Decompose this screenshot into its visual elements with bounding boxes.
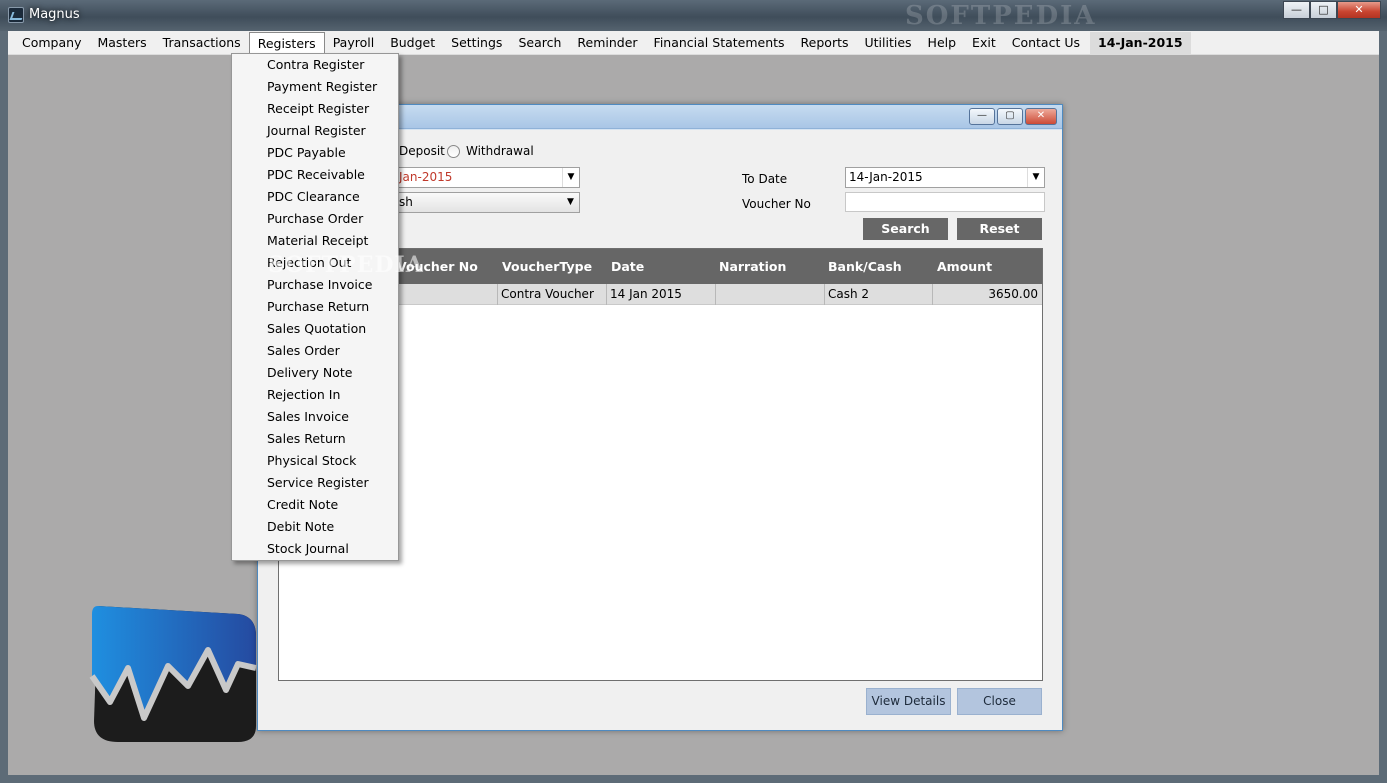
- to-date-dropdown-arrow-icon[interactable]: ▼: [1027, 168, 1044, 187]
- bank-cash-value: sh: [399, 195, 413, 209]
- withdrawal-radio-label[interactable]: Withdrawal: [466, 144, 534, 158]
- to-date-value: 14-Jan-2015: [849, 170, 923, 184]
- menu-financial-statements[interactable]: Financial Statements: [646, 32, 793, 54]
- child-maximize-button[interactable]: ▢: [997, 108, 1023, 125]
- menu-item-delivery-note[interactable]: Delivery Note: [232, 362, 398, 384]
- menu-item-stock-journal[interactable]: Stock Journal: [232, 538, 398, 560]
- menu-settings[interactable]: Settings: [443, 32, 510, 54]
- menu-payroll[interactable]: Payroll: [325, 32, 383, 54]
- menu-item-journal-register[interactable]: Journal Register: [232, 120, 398, 142]
- cell-voucher-type: Contra Voucher: [497, 284, 606, 305]
- cell-amount: 3650.00: [932, 284, 1042, 305]
- menu-item-contra-register[interactable]: Contra Register: [232, 54, 398, 76]
- menu-item-purchase-return[interactable]: Purchase Return: [232, 296, 398, 318]
- bank-cash-select[interactable]: sh ▼: [395, 192, 580, 213]
- menu-item-rejection-out[interactable]: Rejection Out: [232, 252, 398, 274]
- child-minimize-button[interactable]: —: [969, 108, 995, 125]
- close-button[interactable]: ✕: [1337, 1, 1381, 19]
- menu-item-material-receipt[interactable]: Material Receipt: [232, 230, 398, 252]
- menu-item-debit-note[interactable]: Debit Note: [232, 516, 398, 538]
- current-date: 14-Jan-2015: [1090, 31, 1191, 54]
- menu-item-payment-register[interactable]: Payment Register: [232, 76, 398, 98]
- view-details-button[interactable]: View Details: [866, 688, 951, 715]
- menu-item-service-register[interactable]: Service Register: [232, 472, 398, 494]
- search-button[interactable]: Search: [863, 218, 948, 240]
- menu-utilities[interactable]: Utilities: [857, 32, 920, 54]
- from-date-dropdown-arrow-icon[interactable]: ▼: [562, 168, 579, 187]
- reset-button[interactable]: Reset: [957, 218, 1042, 240]
- menu-item-purchase-invoice[interactable]: Purchase Invoice: [232, 274, 398, 296]
- menu-masters[interactable]: Masters: [89, 32, 154, 54]
- cell-voucher-no: [389, 284, 497, 305]
- menu-item-physical-stock[interactable]: Physical Stock: [232, 450, 398, 472]
- menu-bar: Company Masters Transactions Registers P…: [8, 31, 1379, 55]
- voucher-no-label: Voucher No: [742, 197, 811, 211]
- menu-item-sales-quotation[interactable]: Sales Quotation: [232, 318, 398, 340]
- menu-item-pdc-clearance[interactable]: PDC Clearance: [232, 186, 398, 208]
- column-amount[interactable]: Amount: [937, 249, 992, 284]
- watermark: SOFTPEDIA: [905, 1, 1097, 31]
- to-date-picker[interactable]: 14-Jan-2015 ▼: [845, 167, 1045, 188]
- window-title: Magnus: [29, 7, 80, 22]
- registers-dropdown-menu: Contra Register Payment Register Receipt…: [231, 53, 399, 561]
- minimize-button[interactable]: —: [1283, 1, 1310, 19]
- menu-search[interactable]: Search: [510, 32, 569, 54]
- menu-item-purchase-order[interactable]: Purchase Order: [232, 208, 398, 230]
- menu-reports[interactable]: Reports: [793, 32, 857, 54]
- app-icon[interactable]: [8, 7, 24, 23]
- menu-budget[interactable]: Budget: [382, 32, 443, 54]
- menu-contact-us[interactable]: Contact Us: [1004, 32, 1088, 54]
- bank-cash-dropdown-arrow-icon[interactable]: ▼: [562, 193, 579, 212]
- menu-item-receipt-register[interactable]: Receipt Register: [232, 98, 398, 120]
- menu-company[interactable]: Company: [14, 32, 89, 54]
- menu-registers[interactable]: Registers: [248, 31, 325, 55]
- menu-exit[interactable]: Exit: [964, 32, 1004, 54]
- withdrawal-radio[interactable]: [447, 145, 460, 158]
- menu-item-credit-note[interactable]: Credit Note: [232, 494, 398, 516]
- menu-item-sales-return[interactable]: Sales Return: [232, 428, 398, 450]
- from-date-value: Jan-2015: [399, 170, 453, 184]
- column-voucher-no[interactable]: Voucher No: [397, 249, 478, 284]
- menu-item-pdc-payable[interactable]: PDC Payable: [232, 142, 398, 164]
- column-voucher-type[interactable]: VoucherType: [502, 249, 592, 284]
- from-date-picker[interactable]: Jan-2015 ▼: [395, 167, 580, 188]
- menu-transactions[interactable]: Transactions: [155, 32, 249, 54]
- magnus-logo: [89, 606, 257, 742]
- menu-item-sales-order[interactable]: Sales Order: [232, 340, 398, 362]
- column-narration[interactable]: Narration: [719, 249, 786, 284]
- menu-item-rejection-in[interactable]: Rejection In: [232, 384, 398, 406]
- close-window-button[interactable]: Close: [957, 688, 1042, 715]
- window-frame-bottom: [0, 775, 1387, 783]
- cell-narration: [715, 284, 824, 305]
- menu-help[interactable]: Help: [920, 32, 965, 54]
- maximize-button[interactable]: □: [1310, 1, 1337, 19]
- window-frame-left: [0, 31, 8, 783]
- deposit-radio-label[interactable]: Deposit: [399, 144, 445, 158]
- cell-bank-cash: Cash 2: [824, 284, 932, 305]
- menu-item-pdc-receivable[interactable]: PDC Receivable: [232, 164, 398, 186]
- to-date-label: To Date: [742, 172, 788, 186]
- menu-item-sales-invoice[interactable]: Sales Invoice: [232, 406, 398, 428]
- cell-date: 14 Jan 2015: [606, 284, 715, 305]
- child-close-button[interactable]: ✕: [1025, 108, 1057, 125]
- window-frame-right: [1379, 31, 1387, 783]
- column-bank-cash[interactable]: Bank/Cash: [828, 249, 902, 284]
- voucher-no-input[interactable]: [845, 192, 1045, 212]
- menu-reminder[interactable]: Reminder: [569, 32, 645, 54]
- column-date[interactable]: Date: [611, 249, 644, 284]
- title-bar: Magnus SOFTPEDIA — □ ✕: [0, 0, 1387, 31]
